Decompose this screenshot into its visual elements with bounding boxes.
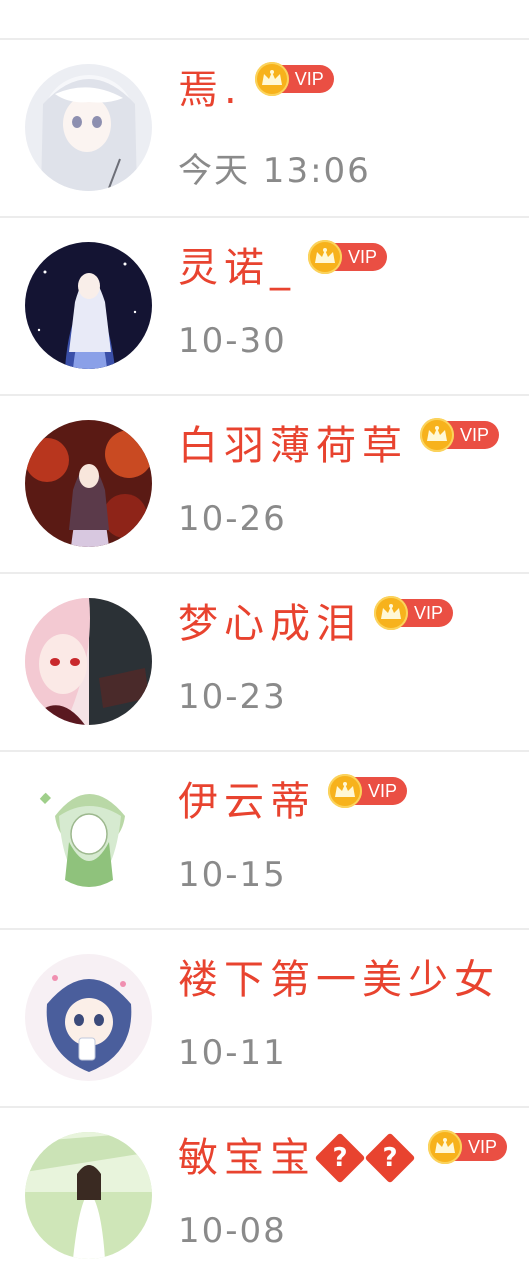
- avatar[interactable]: [25, 1132, 152, 1259]
- unknown-glyph-icon: ?: [364, 1132, 416, 1184]
- list-item[interactable]: 梦心成泪 VIP 10-23: [0, 574, 529, 752]
- avatar[interactable]: [25, 776, 152, 903]
- avatar[interactable]: [25, 64, 152, 191]
- avatar[interactable]: [25, 420, 152, 547]
- user-name-line: 灵诺_ VIP: [178, 238, 388, 298]
- visit-time: 10-30: [178, 321, 287, 361]
- crown-icon: [374, 596, 408, 630]
- user-name[interactable]: 白羽薄荷草: [178, 426, 408, 466]
- avatar[interactable]: [25, 598, 152, 725]
- crown-icon: [328, 774, 362, 808]
- user-name[interactable]: 梦心成泪: [178, 604, 362, 644]
- vip-badge: VIP: [420, 418, 500, 452]
- vip-badge: VIP: [428, 1130, 508, 1164]
- user-name-line: 焉. VIP: [178, 60, 334, 120]
- list-item[interactable]: 伊云蒂 VIP 10-15: [0, 752, 529, 930]
- crown-icon: [420, 418, 454, 452]
- visit-time: 10-15: [178, 855, 287, 895]
- visit-time: 10-11: [178, 1033, 287, 1073]
- list-item[interactable]: 褛下第一美少女 10-11: [0, 930, 529, 1108]
- user-name-line: 伊云蒂 VIP: [178, 772, 408, 832]
- user-name[interactable]: 焉.: [178, 70, 243, 110]
- visit-time: 10-23: [178, 677, 287, 717]
- crown-icon: [254, 62, 289, 96]
- visit-time: 今天 13:06: [178, 151, 371, 191]
- list-item[interactable]: 焉. VIP 今天 13:06: [0, 40, 529, 218]
- vip-badge: VIP: [374, 596, 454, 630]
- vip-badge: VIP: [328, 774, 408, 808]
- visit-time: 10-26: [178, 499, 287, 539]
- user-name[interactable]: 褛下第一美少女: [178, 960, 500, 1000]
- avatar[interactable]: [25, 242, 152, 369]
- list-item[interactable]: 灵诺_ VIP 10-30: [0, 218, 529, 396]
- avatar[interactable]: [25, 954, 152, 1081]
- user-name-line: 白羽薄荷草 VIP: [178, 416, 500, 476]
- unknown-glyph-icon: ?: [314, 1132, 366, 1184]
- user-name-line: 梦心成泪 VIP: [178, 594, 454, 654]
- clipped-text: [12, 0, 58, 16]
- crown-icon: [308, 240, 342, 274]
- list-item[interactable]: 白羽薄荷草 VIP 10-26: [0, 396, 529, 574]
- user-name[interactable]: 伊云蒂: [178, 782, 316, 822]
- previous-row-edge: [0, 0, 529, 40]
- user-name-line: 褛下第一美少女: [178, 950, 500, 1010]
- list-item[interactable]: 敏宝宝 ? ? VIP 10-08: [0, 1108, 529, 1286]
- crown-icon: [428, 1130, 462, 1164]
- visit-time: 10-08: [178, 1211, 287, 1251]
- user-name-line: 敏宝宝 ? ? VIP: [178, 1128, 508, 1188]
- vip-badge: VIP: [308, 240, 388, 274]
- vip-badge: VIP: [254, 62, 334, 96]
- user-name[interactable]: 灵诺_: [178, 248, 296, 288]
- visitor-list: 焉. VIP 今天 13:06 灵诺_ VIP 10-30 白羽薄荷草 VIP …: [0, 40, 529, 1286]
- user-name[interactable]: 敏宝宝: [178, 1138, 316, 1178]
